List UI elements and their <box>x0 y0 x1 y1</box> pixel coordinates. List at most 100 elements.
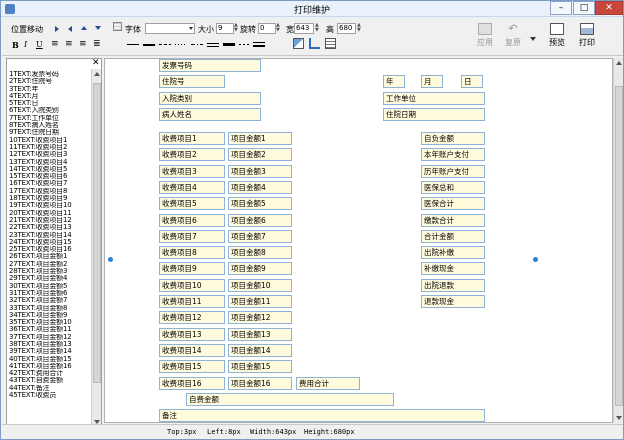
field-list-item[interactable]: 27TEXT:项目金额2 <box>9 261 94 268</box>
italic-button[interactable]: I <box>24 40 27 49</box>
field-item-amount-5[interactable]: 项目金额5 <box>228 197 292 211</box>
print-button[interactable]: 打印 <box>574 21 600 53</box>
size-input[interactable]: 9 <box>216 23 234 34</box>
panel-close-icon[interactable]: ✕ <box>92 58 100 68</box>
preview-button[interactable]: 预览 <box>544 21 570 53</box>
align-right-icon[interactable]: ≡ <box>79 39 87 49</box>
field-charge-item-16[interactable]: 收费项目16 <box>159 376 225 390</box>
rotate-stepper[interactable]: ▲ ▼ <box>276 23 281 34</box>
field-list-item[interactable]: 5TEXT:日 <box>9 100 94 107</box>
field-item-amount-4[interactable]: 项目金额4 <box>228 180 292 194</box>
field-list-item[interactable]: 17TEXT:收费项目8 <box>9 188 94 195</box>
field-admission-type[interactable]: 入院类别 <box>159 92 261 105</box>
field-item-amount-10[interactable]: 项目金额10 <box>228 278 292 292</box>
field-summary-5[interactable]: 医保合计 <box>421 197 485 211</box>
line-thick-icon[interactable] <box>222 40 236 50</box>
field-charge-item-2[interactable]: 收费项目2 <box>159 148 225 162</box>
field-list-item[interactable]: 1TEXT:发票号码 <box>9 71 94 78</box>
right-scroll-thumb[interactable] <box>615 86 623 406</box>
field-charge-item-9[interactable]: 收费项目9 <box>159 262 225 276</box>
align-center-icon[interactable]: ≡ <box>65 39 73 49</box>
field-list-item[interactable]: 39TEXT:项目金额14 <box>9 348 94 355</box>
maximize-button[interactable]: □ <box>573 1 595 15</box>
move-down-icon[interactable] <box>95 26 101 30</box>
field-item-amount-2[interactable]: 项目金额2 <box>228 148 292 162</box>
field-list-item[interactable]: 4TEXT:月 <box>9 93 94 100</box>
field-summary-11[interactable]: 退款现金 <box>421 295 485 308</box>
field-summary-4[interactable]: 医保总和 <box>421 180 485 194</box>
apply-button[interactable]: 应用 <box>472 21 498 53</box>
line-double-icon[interactable] <box>206 40 220 50</box>
line-dashdot-icon[interactable] <box>190 40 204 50</box>
field-list-item[interactable]: 6TEXT:入院类别 <box>9 107 94 114</box>
field-list-item[interactable]: 32TEXT:项目金额7 <box>9 297 94 304</box>
field-list-item[interactable]: 33TEXT:项目金额8 <box>9 305 94 312</box>
field-month[interactable]: 月 <box>421 75 443 88</box>
field-list-item[interactable]: 22TEXT:收费项目13 <box>9 224 94 231</box>
field-charge-item-14[interactable]: 收费项目14 <box>159 343 225 357</box>
field-summary-9[interactable]: 补缴现金 <box>421 262 485 276</box>
field-admission-date[interactable]: 住院日期 <box>383 108 485 121</box>
chart-icon[interactable] <box>309 38 320 49</box>
field-list-item[interactable]: 43TEXT:自费金额 <box>9 377 94 384</box>
line-thin-icon[interactable] <box>126 40 140 50</box>
field-list-item[interactable]: 20TEXT:收费项目11 <box>9 210 94 217</box>
field-charge-item-13[interactable]: 收费项目13 <box>159 327 225 341</box>
field-list-item[interactable]: 38TEXT:项目金额13 <box>9 341 94 348</box>
field-charge-item-10[interactable]: 收费项目10 <box>159 278 225 292</box>
field-list-item[interactable]: 3TEXT:年 <box>9 86 94 93</box>
field-charge-item-3[interactable]: 收费项目3 <box>159 164 225 178</box>
left-scroll-thumb[interactable] <box>93 83 101 383</box>
field-item-amount-11[interactable]: 项目金额11 <box>228 295 292 308</box>
font-dropdown-icon[interactable] <box>189 27 193 30</box>
field-item-amount-8[interactable]: 项目金额8 <box>228 246 292 260</box>
width-stepper[interactable]: ▲ ▼ <box>315 23 320 34</box>
field-summary-6[interactable]: 缴款合计 <box>421 213 485 227</box>
field-self-pay[interactable]: 自费金额 <box>186 393 394 406</box>
field-list-item[interactable]: 16TEXT:收费项目7 <box>9 180 94 187</box>
move-right-icon[interactable] <box>55 26 59 32</box>
field-summary-1[interactable]: 自负金额 <box>421 132 485 145</box>
field-charge-item-8[interactable]: 收费项目8 <box>159 246 225 260</box>
line-dashed-icon[interactable] <box>158 40 172 50</box>
field-list-item[interactable]: 9TEXT:住院日期 <box>9 129 94 136</box>
width-input[interactable]: 643 <box>294 23 314 34</box>
size-stepper[interactable]: ▲ ▼ <box>234 23 239 34</box>
right-scrollbar[interactable] <box>613 58 623 423</box>
field-charge-item-7[interactable]: 收费项目7 <box>159 229 225 243</box>
field-charge-item-1[interactable]: 收费项目1 <box>159 132 225 145</box>
field-list-item[interactable]: 26TEXT:项目金额1 <box>9 253 94 260</box>
copy-format-icon[interactable] <box>293 38 304 49</box>
resize-handle-right[interactable] <box>533 257 538 262</box>
field-charge-item-4[interactable]: 收费项目4 <box>159 180 225 194</box>
align-justify-icon[interactable]: ≣ <box>93 39 101 49</box>
restore-button[interactable]: ↶ 复原 <box>500 21 526 53</box>
field-list-item[interactable]: 30TEXT:项目金额5 <box>9 283 94 290</box>
bold-button[interactable]: B <box>12 40 19 50</box>
line-dotted-icon[interactable] <box>174 40 188 50</box>
field-item-amount-9[interactable]: 项目金额9 <box>228 262 292 276</box>
field-list-item[interactable]: 25TEXT:收费项目16 <box>9 246 94 253</box>
font-select[interactable] <box>145 23 195 34</box>
scroll-up-icon[interactable] <box>616 61 622 65</box>
field-list-item[interactable]: 24TEXT:收费项目15 <box>9 239 94 246</box>
field-list-item[interactable]: 40TEXT:项目金额15 <box>9 356 94 363</box>
field-list-item[interactable]: 2TEXT:住院号 <box>9 78 94 85</box>
line-style-icon[interactable] <box>238 40 252 50</box>
field-list-item[interactable]: 41TEXT:项目金额16 <box>9 363 94 370</box>
close-button[interactable]: ✕ <box>595 1 623 15</box>
field-day[interactable]: 日 <box>461 75 483 88</box>
field-list-item[interactable]: 34TEXT:项目金额9 <box>9 312 94 319</box>
field-summary-2[interactable]: 本年账户支付 <box>421 148 485 162</box>
field-summary-10[interactable]: 出院退款 <box>421 278 485 292</box>
minimize-button[interactable]: – <box>550 1 572 15</box>
line-width-icon[interactable] <box>252 40 266 50</box>
underline-button[interactable]: U <box>36 40 43 49</box>
field-list-item[interactable]: 44TEXT:备注 <box>9 385 94 392</box>
field-list-item[interactable]: 42TEXT:费用合计 <box>9 370 94 377</box>
field-charge-item-6[interactable]: 收费项目6 <box>159 213 225 227</box>
field-work-unit[interactable]: 工作单位 <box>383 92 485 105</box>
field-item-amount-15[interactable]: 项目金额15 <box>228 360 292 374</box>
grid-icon[interactable] <box>113 22 122 31</box>
field-list-item[interactable]: 19TEXT:收费项目10 <box>9 202 94 209</box>
